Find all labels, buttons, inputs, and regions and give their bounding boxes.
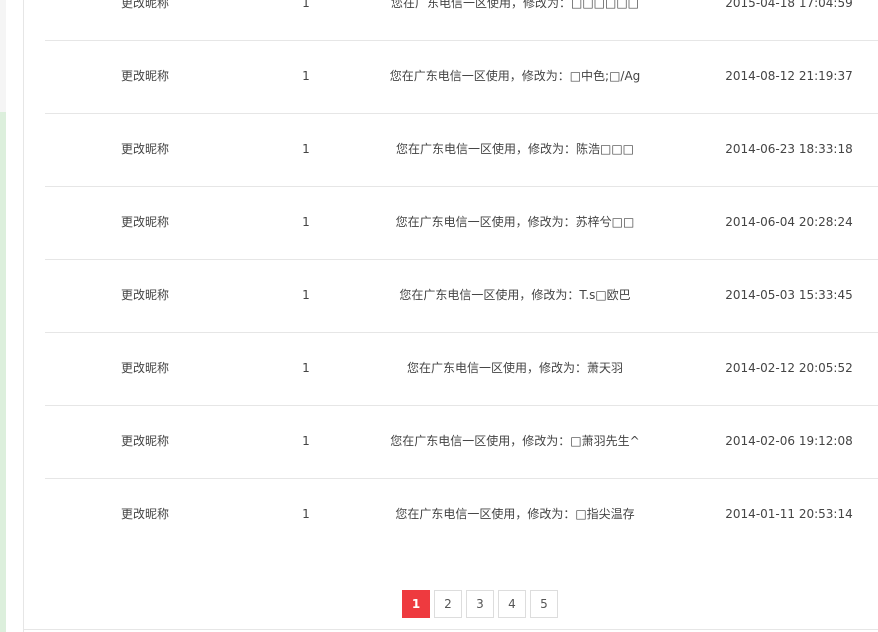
record-description: 您在广东电信一区使用，修改为：苏梓兮□□ [395, 215, 635, 229]
sidebar-edge-top [0, 0, 6, 112]
record-description: 您在广东电信一区使用，修改为：□□□□□□ [390, 0, 640, 10]
table-row: 更改昵称 1 您在广东电信一区使用，修改为：□萧羽先生^ 2014-02-06 … [45, 405, 878, 479]
pagination: 1 2 3 4 5 [402, 590, 558, 618]
record-count: 1 [302, 434, 310, 448]
record-description: 您在广东电信一区使用，修改为：□指尖温存 [395, 507, 635, 521]
record-type: 更改昵称 [120, 288, 170, 302]
record-type: 更改昵称 [120, 215, 170, 229]
page-button-4[interactable]: 4 [498, 590, 526, 618]
record-time: 2014-06-23 18:33:18 [725, 142, 853, 156]
record-count: 1 [302, 69, 310, 83]
record-count: 1 [302, 361, 310, 375]
record-time: 2015-04-18 17:04:59 [725, 0, 853, 10]
page-button-5[interactable]: 5 [530, 590, 558, 618]
record-count: 1 [302, 0, 310, 10]
record-count: 1 [302, 215, 310, 229]
record-count: 1 [302, 507, 310, 521]
page-frame: 更改昵称 1 您在广东电信一区使用，修改为：□□□□□□ 2015-04-18 … [0, 0, 878, 632]
record-time: 2014-02-12 20:05:52 [725, 361, 853, 375]
record-type: 更改昵称 [120, 434, 170, 448]
table-row: 更改昵称 1 您在广东电信一区使用，修改为：□指尖温存 2014-01-11 2… [45, 478, 878, 551]
table-row: 更改昵称 1 您在广东电信一区使用，修改为：□中色;□/Ag 2014-08-1… [45, 40, 878, 114]
record-time: 2014-02-06 19:12:08 [725, 434, 853, 448]
record-description: 您在广东电信一区使用，修改为：□萧羽先生^ [390, 434, 640, 448]
record-time: 2014-08-12 21:19:37 [725, 69, 853, 83]
record-type: 更改昵称 [120, 361, 170, 375]
record-panel: 更改昵称 1 您在广东电信一区使用，修改为：□□□□□□ 2015-04-18 … [24, 0, 878, 630]
table-row: 更改昵称 1 您在广东电信一区使用，修改为：苏梓兮□□ 2014-06-04 2… [45, 186, 878, 260]
record-time: 2014-05-03 15:33:45 [725, 288, 853, 302]
record-time: 2014-06-04 20:28:24 [725, 215, 853, 229]
record-count: 1 [302, 142, 310, 156]
record-description: 您在广东电信一区使用，修改为：T.s□欧巴 [399, 288, 631, 302]
left-sidebar-edge [0, 0, 24, 632]
page-button-2[interactable]: 2 [434, 590, 462, 618]
record-type: 更改昵称 [120, 0, 170, 10]
page-button-3[interactable]: 3 [466, 590, 494, 618]
record-description: 您在广东电信一区使用，修改为：陈浩□□□ [395, 142, 635, 156]
table-row: 更改昵称 1 您在广东电信一区使用，修改为：陈浩□□□ 2014-06-23 1… [45, 113, 878, 187]
page-button-1[interactable]: 1 [402, 590, 430, 618]
table-row: 更改昵称 1 您在广东电信一区使用，修改为：萧天羽 2014-02-12 20:… [45, 332, 878, 406]
table-row: 更改昵称 1 您在广东电信一区使用，修改为：□□□□□□ 2015-04-18 … [45, 0, 878, 41]
sidebar-edge-highlight [0, 112, 6, 632]
record-description: 您在广东电信一区使用，修改为：萧天羽 [406, 361, 624, 375]
record-count: 1 [302, 288, 310, 302]
record-description: 您在广东电信一区使用，修改为：□中色;□/Ag [389, 69, 641, 83]
record-type: 更改昵称 [120, 142, 170, 156]
table-row: 更改昵称 1 您在广东电信一区使用，修改为：T.s□欧巴 2014-05-03 … [45, 259, 878, 333]
record-type: 更改昵称 [120, 69, 170, 83]
record-type: 更改昵称 [120, 507, 170, 521]
record-time: 2014-01-11 20:53:14 [725, 507, 853, 521]
